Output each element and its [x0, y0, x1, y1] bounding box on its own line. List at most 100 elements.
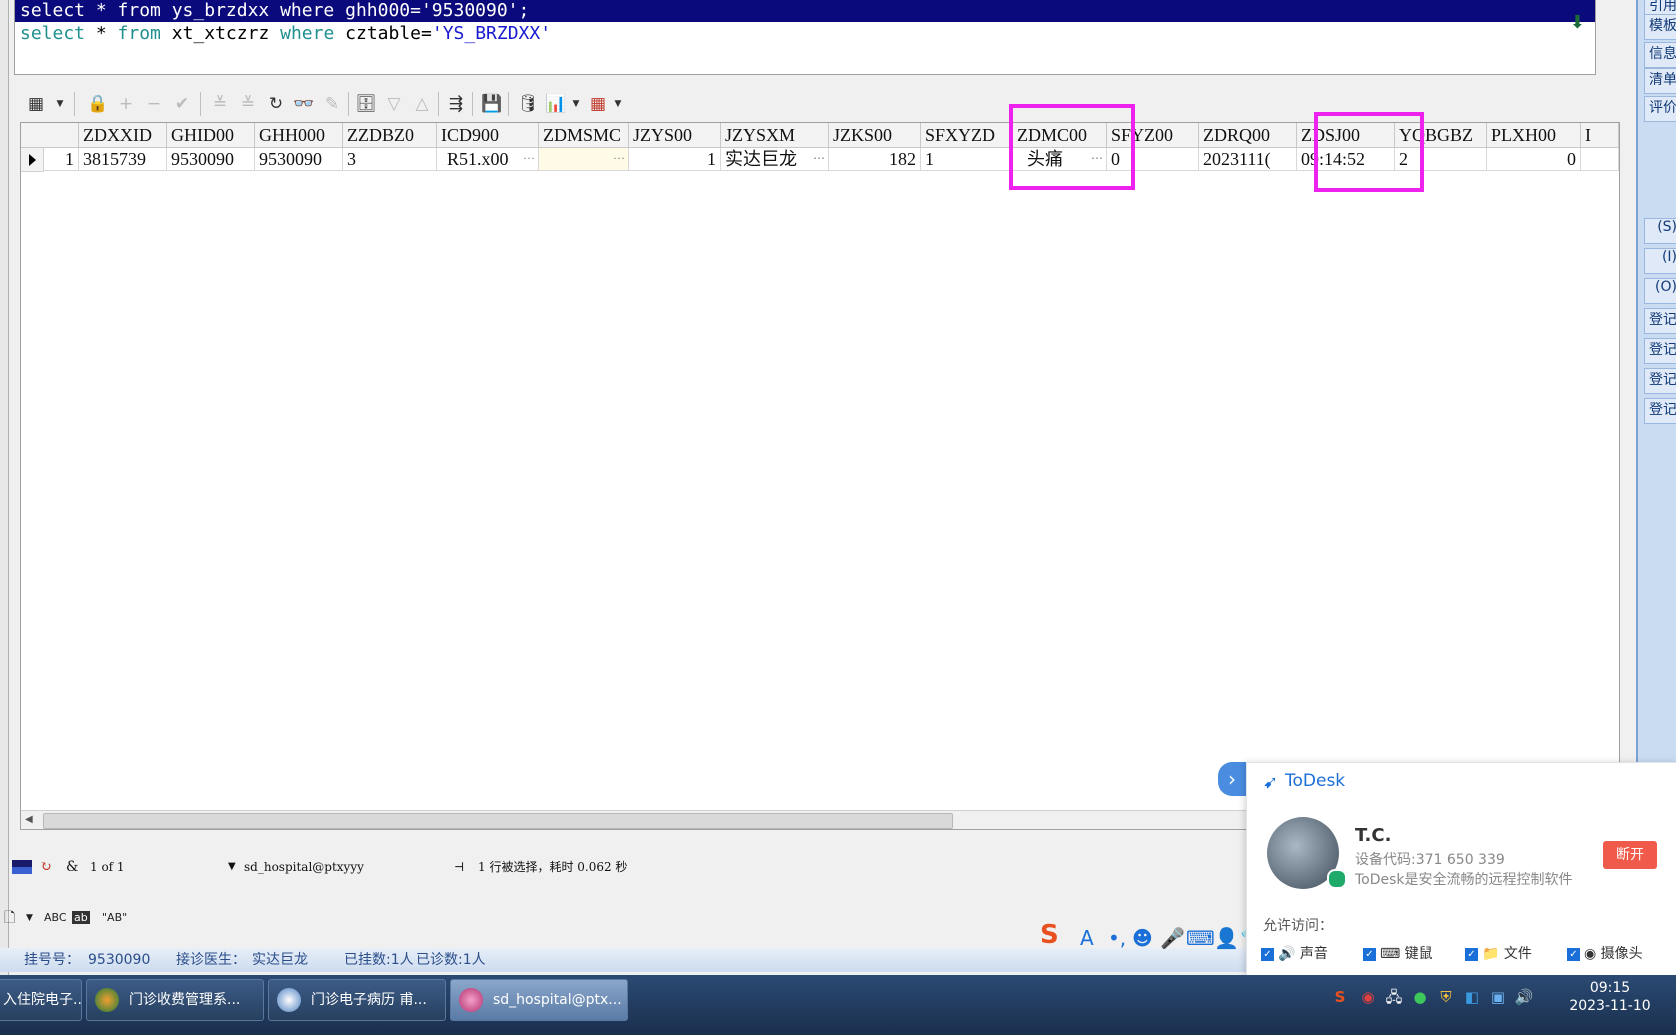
- table-cell[interactable]: 实达巨龙…: [721, 148, 829, 171]
- checkbox-checked-icon[interactable]: ✓: [1363, 947, 1376, 961]
- task-sd-hospital[interactable]: sd_hospital@ptx...: [450, 979, 628, 1021]
- option-sound[interactable]: ✓ 🔊 声音: [1261, 943, 1328, 963]
- ampersand-icon[interactable]: &: [66, 856, 78, 878]
- wechat-icon[interactable]: ●: [1410, 987, 1430, 1007]
- row-indicator-icon[interactable]: [21, 148, 44, 172]
- dropdown-arrow-icon[interactable]: ▼: [48, 92, 72, 116]
- side-button-register-4[interactable]: 登记: [1644, 398, 1676, 424]
- antivirus-icon[interactable]: ◉: [1358, 987, 1378, 1007]
- ellipsis-icon[interactable]: …: [523, 148, 535, 167]
- column-header[interactable]: ZDXXID: [79, 123, 167, 147]
- scroll-down-arrow-icon[interactable]: ⬇: [1570, 12, 1585, 33]
- column-header[interactable]: JZYS00: [629, 123, 721, 147]
- undo-icon[interactable]: ↻: [40, 856, 52, 878]
- connection-name[interactable]: sd_hospital@ptxyyy: [244, 856, 364, 878]
- task-outpatient-billing[interactable]: 门诊收费管理系...: [86, 979, 264, 1021]
- column-header[interactable]: ZDMSMC: [539, 123, 629, 147]
- post-changes-icon[interactable]: ✔: [170, 92, 194, 116]
- user-icon[interactable]: 👤: [1214, 926, 1239, 950]
- filter-icon[interactable]: ≚: [208, 92, 232, 116]
- column-header[interactable]: JZKS00: [829, 123, 921, 147]
- column-header[interactable]: ZZDBZ0: [343, 123, 437, 147]
- connection-dropdown-icon[interactable]: ▼: [228, 856, 236, 878]
- todesk-collapse-button[interactable]: ›: [1218, 762, 1246, 796]
- checkbox-checked-icon[interactable]: ✓: [1567, 947, 1580, 961]
- table-cell[interactable]: [1581, 148, 1619, 171]
- task-outpatient-emr[interactable]: 门诊电子病历 甫...: [268, 979, 446, 1021]
- table-cell[interactable]: R51.x00…: [437, 148, 539, 171]
- filter-clear-icon[interactable]: ≚: [236, 92, 260, 116]
- next-icon[interactable]: △: [410, 92, 434, 116]
- table-cell[interactable]: 1: [629, 148, 721, 171]
- refresh-icon[interactable]: ↻: [264, 92, 288, 116]
- side-button-register-1[interactable]: 登记: [1644, 308, 1676, 334]
- side-button-list[interactable]: 清单: [1644, 68, 1676, 94]
- ellipsis-icon[interactable]: …: [613, 148, 625, 167]
- todesk-tray-icon[interactable]: ◧: [1462, 987, 1482, 1007]
- grid-view-icon[interactable]: ▦: [24, 92, 48, 116]
- task-inpatient-emr[interactable]: 入住院电子...: [0, 979, 82, 1021]
- option-keyboard-mouse[interactable]: ✓ ⌨ 键鼠: [1363, 943, 1433, 963]
- app-tray-icon[interactable]: ▣: [1488, 987, 1508, 1007]
- dropdown-arrow-icon[interactable]: ▼: [564, 92, 588, 116]
- lock-icon[interactable]: 🔒: [86, 92, 110, 116]
- shield-icon[interactable]: ⛨: [1436, 987, 1456, 1007]
- abc-button[interactable]: ABC: [44, 911, 67, 924]
- sql-line-2[interactable]: select * from xt_xtczrz where cztable='Y…: [20, 23, 551, 45]
- column-header[interactable]: JZYSXM: [721, 123, 829, 147]
- input-mode-icon[interactable]: A: [1080, 926, 1094, 950]
- table-cell[interactable]: 3815739: [79, 148, 167, 171]
- database-icon[interactable]: 🛢: [516, 92, 540, 116]
- sql-line-selected[interactable]: select * from ys_brzdxx where ghh000='95…: [15, 0, 1595, 22]
- checkbox-checked-icon[interactable]: ✓: [1465, 947, 1478, 961]
- table-cell[interactable]: 9530090: [255, 148, 343, 171]
- side-button-register-2[interactable]: 登记: [1644, 338, 1676, 364]
- export-icon[interactable]: ⇶: [444, 92, 468, 116]
- page-icon[interactable]: 🗋: [4, 907, 15, 931]
- side-button-s[interactable]: (S): [1644, 218, 1676, 244]
- dropdown-arrow-icon[interactable]: ▼: [26, 913, 33, 923]
- scrollbar-thumb[interactable]: [43, 813, 953, 829]
- find-binoculars-icon[interactable]: 👓: [292, 92, 316, 116]
- column-header[interactable]: PLXH00: [1487, 123, 1581, 147]
- side-button-i[interactable]: (I): [1644, 248, 1676, 274]
- table-cell[interactable]: 182: [829, 148, 921, 171]
- column-header[interactable]: GHH000: [255, 123, 343, 147]
- system-clock[interactable]: 09:15 2023-11-10: [1560, 979, 1660, 1015]
- column-header[interactable]: ZDRQ00: [1199, 123, 1297, 147]
- query-by-example-icon[interactable]: 🗄: [354, 92, 378, 116]
- result-grid[interactable]: ZDXXID GHID00 GHH000 ZZDBZ0 ICD900 ZDMSM…: [20, 122, 1620, 830]
- option-file[interactable]: ✓ 📁 文件: [1465, 943, 1532, 963]
- sql-editor[interactable]: select * from ys_brzdxx where ghh000='95…: [14, 0, 1596, 75]
- table-cell[interactable]: 3: [343, 148, 437, 171]
- clear-icon[interactable]: ✎: [320, 92, 344, 116]
- table-cell[interactable]: 0: [1487, 148, 1581, 171]
- column-header[interactable]: GHID00: [167, 123, 255, 147]
- table-cell[interactable]: 1: [921, 148, 1013, 171]
- option-camera[interactable]: ✓ ◉ 摄像头: [1567, 943, 1643, 963]
- checkbox-checked-icon[interactable]: ✓: [1261, 947, 1274, 961]
- prev-icon[interactable]: ▽: [382, 92, 406, 116]
- save-icon[interactable]: 💾: [480, 92, 504, 116]
- volume-icon[interactable]: 🔊: [1514, 987, 1534, 1007]
- table-cell[interactable]: …: [539, 148, 629, 171]
- dropdown-arrow-icon[interactable]: ▼: [606, 92, 630, 116]
- delete-row-icon[interactable]: −: [142, 92, 166, 116]
- side-button-o[interactable]: (O): [1644, 278, 1676, 304]
- table-cell[interactable]: 9530090: [167, 148, 255, 171]
- column-header[interactable]: I: [1581, 123, 1619, 147]
- keyboard-icon[interactable]: ⌨: [1186, 926, 1215, 950]
- scroll-left-icon[interactable]: ◀: [25, 811, 33, 829]
- punctuation-icon[interactable]: •,: [1108, 926, 1126, 950]
- add-row-icon[interactable]: +: [114, 92, 138, 116]
- side-button-template[interactable]: 模板: [1644, 14, 1676, 40]
- column-header[interactable]: ICD900: [437, 123, 539, 147]
- table-cell[interactable]: 2023111(: [1199, 148, 1297, 171]
- spell-check-icon[interactable]: ab: [72, 911, 90, 924]
- column-header[interactable]: SFXYZD: [921, 123, 1013, 147]
- microphone-icon[interactable]: 🎤: [1160, 926, 1185, 950]
- side-button-register-3[interactable]: 登记: [1644, 368, 1676, 394]
- disconnect-button[interactable]: 断开: [1603, 841, 1657, 869]
- sogou-logo-icon[interactable]: S: [1040, 920, 1059, 950]
- sogou-tray-icon[interactable]: S: [1330, 987, 1350, 1007]
